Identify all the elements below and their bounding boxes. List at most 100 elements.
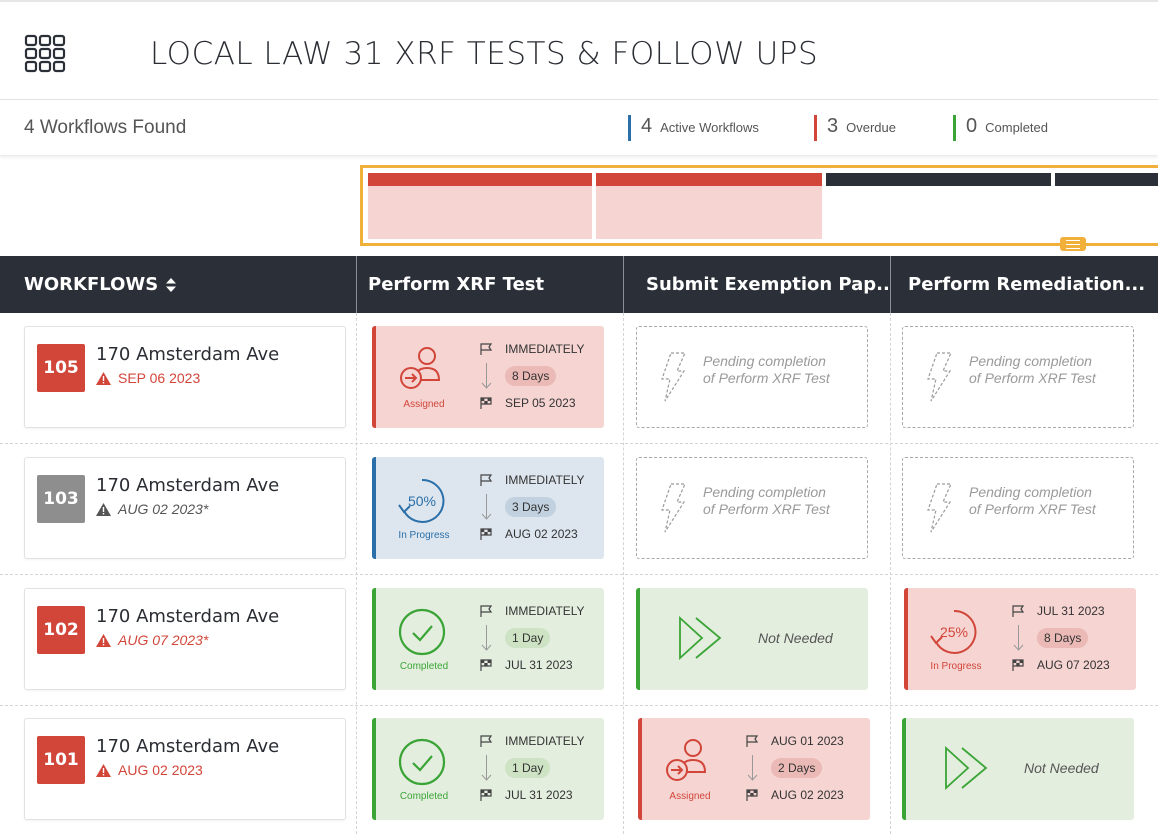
workflow-due-date: SEP 06 2023 [118,370,201,386]
active-workflows-stat[interactable]: 4 Active Workflows [628,115,759,141]
column-header-perform-remediation[interactable]: Perform Remediation... [890,256,1158,313]
duration-pill: 8 Days [1037,628,1089,648]
task-dates: IMMEDIATELY 3 Days AUG 02 2023 [480,471,600,543]
pending-text: Pending completion of Perform XRF Test [703,484,830,518]
progress-overview-navigator[interactable] [360,165,1158,251]
warning-icon [96,763,111,777]
checkered-flag-icon [480,396,492,409]
table-row: 103 170 Amsterdam Ave AUG 02 2023* 50% I… [0,444,1158,575]
assigned-user-icon [400,347,441,389]
down-arrow-icon [481,363,492,389]
workflow-due-date: AUG 07 2023* [118,632,209,648]
start-line: IMMEDIATELY [480,340,600,358]
checkered-flag-icon [1012,658,1024,671]
duration-pill: 1 Day [505,628,551,648]
workflow-card[interactable]: 101 170 Amsterdam Ave AUG 02 2023 [24,718,346,820]
task-card-pending[interactable]: Pending completion of Perform XRF Test [636,457,868,559]
top-bar: LOCAL LAW 31 XRF TESTS & FOLLOW UPS [0,0,1158,100]
pending-text: Pending completion of Perform XRF Test [969,484,1096,518]
lightning-bolt-icon [661,483,686,533]
pending-line-1: Pending completion [969,484,1092,500]
task-card-pending[interactable]: Pending completion of Perform XRF Test [902,457,1134,559]
flag-icon [480,734,493,747]
start-line: IMMEDIATELY [480,732,600,750]
workflow-due-date: AUG 02 2023 [118,762,203,778]
stat-label: Completed [985,120,1048,135]
task-card-pending[interactable]: Pending completion of Perform XRF Test [902,326,1134,428]
not-needed-text: Not Needed [1024,760,1099,776]
workflow-id-badge: 102 [37,606,85,654]
task-card-pending[interactable]: Pending completion of Perform XRF Test [636,326,868,428]
task-card-not-needed[interactable]: Not Needed [902,718,1134,820]
drag-handle-icon[interactable] [1060,237,1086,251]
task-card-assigned[interactable]: Assigned IMMEDIATELY 8 Days SEP 05 2023 [372,326,604,428]
task-status: Completed [399,791,449,802]
task-card-completed[interactable]: Completed IMMEDIATELY 1 Day JUL 31 2023 [372,718,604,820]
end-date: AUG 07 2023 [1037,658,1110,672]
task-dates: AUG 01 2023 2 Days AUG 02 2023 [746,732,866,804]
warning-icon [96,633,111,647]
end-date: SEP 05 2023 [505,396,576,410]
workflow-id-badge: 101 [37,736,85,784]
table-row: 101 170 Amsterdam Ave AUG 02 2023 Comple… [0,705,1158,834]
overdue-stat[interactable]: 3 Overdue [814,115,896,141]
checkered-flag-icon [480,658,492,671]
lightning-bolt-icon [661,352,686,402]
check-circle-icon [398,608,446,656]
sort-icon[interactable] [166,277,177,292]
end-line: JUL 31 2023 [480,786,600,804]
start-line: IMMEDIATELY [480,471,600,489]
task-card-completed[interactable]: Completed IMMEDIATELY 1 Day JUL 31 2023 [372,588,604,690]
workflow-id-badge: 105 [37,344,85,392]
duration-pill: 1 Day [505,758,551,778]
stat-label: Overdue [846,120,896,135]
duration-line: 8 Days [480,358,600,394]
task-status: In Progress [398,530,450,541]
workflow-address: 170 Amsterdam Ave [96,475,280,496]
progress-percent: 50% [408,493,436,509]
workflows-column-header[interactable]: WORKFLOWS [24,256,354,313]
apps-grid-icon[interactable] [24,34,68,74]
completed-stat[interactable]: 0 Completed [953,115,1048,141]
summary-bar: 4 Workflows Found 4 Active Workflows 3 O… [0,100,1158,156]
down-arrow-icon [481,755,492,781]
down-arrow-icon [747,755,758,781]
end-date: JUL 31 2023 [505,788,573,802]
pending-line-1: Pending completion [969,353,1092,369]
task-card-progress[interactable]: 50% In Progress IMMEDIATELY 3 Days AUG 0… [372,457,604,559]
workflow-card[interactable]: 103 170 Amsterdam Ave AUG 02 2023* [24,457,346,559]
end-date: JUL 31 2023 [505,658,573,672]
workflow-address: 170 Amsterdam Ave [96,344,280,365]
duration-line: 3 Days [480,489,600,525]
end-date: AUG 02 2023 [505,527,578,541]
task-card-progress[interactable]: 25% In Progress JUL 31 2023 8 Days AUG 0… [904,588,1136,690]
end-line: AUG 02 2023 [480,525,600,543]
workflow-id-badge: 103 [37,475,85,523]
pending-line-2: of Perform XRF Test [969,501,1096,517]
workflow-card[interactable]: 105 170 Amsterdam Ave SEP 06 2023 [24,326,346,428]
start-date: IMMEDIATELY [505,342,585,356]
pending-text: Pending completion of Perform XRF Test [969,353,1096,387]
checkered-flag-icon [480,788,492,801]
duration-line: 1 Day [480,620,600,656]
pending-line-2: of Perform XRF Test [969,370,1096,386]
duration-pill: 3 Days [505,497,557,517]
start-date: JUL 31 2023 [1037,604,1105,618]
task-card-not-needed[interactable]: Not Needed [636,588,868,690]
task-dates: IMMEDIATELY 1 Day JUL 31 2023 [480,732,600,804]
column-header-perform-xrf-test[interactable]: Perform XRF Test [356,256,623,313]
start-date: IMMEDIATELY [505,734,585,748]
down-arrow-icon [481,625,492,651]
workflow-address: 170 Amsterdam Ave [96,736,280,757]
duration-line: 2 Days [746,750,866,786]
column-header-submit-exemption[interactable]: Submit Exemption Pap... [623,256,890,313]
table-row: 102 170 Amsterdam Ave AUG 07 2023* Compl… [0,575,1158,706]
workflow-due-date: AUG 02 2023* [118,501,209,517]
column-label: WORKFLOWS [24,274,159,295]
task-card-assigned[interactable]: Assigned AUG 01 2023 2 Days AUG 02 2023 [638,718,870,820]
down-arrow-icon [481,494,492,520]
stat-number: 0 [966,115,978,137]
flag-icon [480,604,493,617]
overview-segment [368,173,592,241]
workflow-card[interactable]: 102 170 Amsterdam Ave AUG 07 2023* [24,588,346,690]
